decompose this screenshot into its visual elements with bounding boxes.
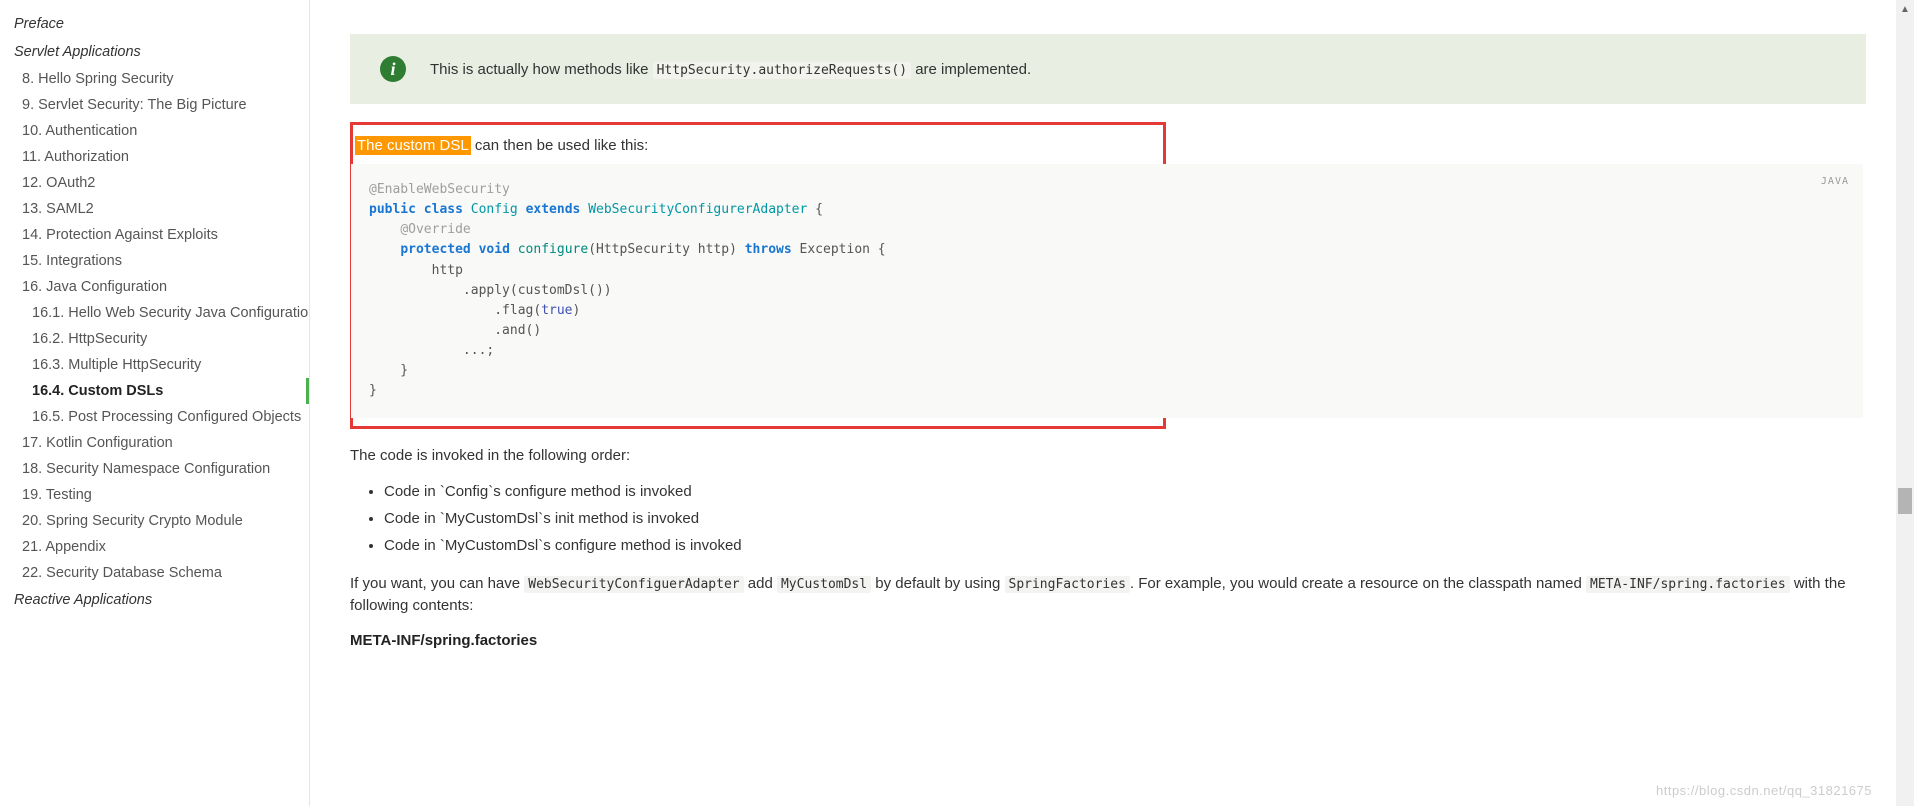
sidebar-list-servlet: 8. Hello Spring Security9. Servlet Secur… xyxy=(0,66,309,586)
scroll-thumb[interactable] xyxy=(1898,488,1912,514)
info-code: HttpSecurity.authorizeRequests() xyxy=(653,62,911,79)
code-block-java: JAVA @EnableWebSecurity public class Con… xyxy=(351,164,1863,418)
sidebar-item[interactable]: 22. Security Database Schema xyxy=(0,560,309,586)
list-item: Code in `MyCustomDsl`s init method is in… xyxy=(384,505,1866,532)
info-text: This is actually how methods like HttpSe… xyxy=(430,61,1031,78)
sidebar-section-servlet[interactable]: Servlet Applications xyxy=(0,38,309,66)
order-list: Code in `Config`s configure method is in… xyxy=(350,478,1866,559)
code-pre: @EnableWebSecurity public class Config e… xyxy=(369,180,1845,402)
sidebar-item[interactable]: 16.4. Custom DSLs xyxy=(0,378,309,404)
sidebar-item[interactable]: 11. Authorization xyxy=(0,144,309,170)
watermark: https://blog.csdn.net/qq_31821675 xyxy=(1656,783,1872,798)
sidebar-item[interactable]: 16.2. HttpSecurity xyxy=(0,326,309,352)
sidebar-item[interactable]: 16.1. Hello Web Security Java Configurat… xyxy=(0,300,309,326)
sidebar-item[interactable]: 16. Java Configuration xyxy=(0,274,309,300)
list-item: Code in `Config`s configure method is in… xyxy=(384,478,1866,505)
sidebar-item[interactable]: 17. Kotlin Configuration xyxy=(0,430,309,456)
sidebar-item[interactable]: 21. Appendix xyxy=(0,534,309,560)
list-item: Code in `MyCustomDsl`s configure method … xyxy=(384,532,1866,559)
followup-paragraph: If you want, you can have WebSecurityCon… xyxy=(350,573,1866,618)
sidebar-section-reactive[interactable]: Reactive Applications xyxy=(0,586,309,614)
sidebar-item[interactable]: 12. OAuth2 xyxy=(0,170,309,196)
sidebar-item[interactable]: 16.5. Post Processing Configured Objects xyxy=(0,404,309,430)
main-content: i This is actually how methods like Http… xyxy=(310,0,1896,806)
sidebar-nav: Preface Servlet Applications 8. Hello Sp… xyxy=(0,0,310,806)
code-lang-badge: JAVA xyxy=(1821,174,1849,190)
scroll-up-arrow[interactable]: ▲ xyxy=(1896,0,1914,18)
sidebar-item[interactable]: 13. SAML2 xyxy=(0,196,309,222)
highlighted-region: The custom DSL can then be used like thi… xyxy=(350,122,1166,429)
info-note: i This is actually how methods like Http… xyxy=(350,34,1866,104)
sidebar-item[interactable]: 10. Authentication xyxy=(0,118,309,144)
file-header: META-INF/spring.factories xyxy=(350,632,1866,649)
sidebar-item[interactable]: 15. Integrations xyxy=(0,248,309,274)
sidebar-section-preface[interactable]: Preface xyxy=(0,10,309,38)
sidebar-item[interactable]: 20. Spring Security Crypto Module xyxy=(0,508,309,534)
sidebar-item[interactable]: 14. Protection Against Exploits xyxy=(0,222,309,248)
info-icon: i xyxy=(380,56,406,82)
lead-sentence: The custom DSL can then be used like thi… xyxy=(353,125,1163,164)
scroll-track[interactable] xyxy=(1896,18,1914,806)
order-lead: The code is invoked in the following ord… xyxy=(350,447,1866,464)
sidebar-item[interactable]: 19. Testing xyxy=(0,482,309,508)
vertical-scrollbar[interactable]: ▲ xyxy=(1896,0,1914,806)
sidebar-item[interactable]: 16.3. Multiple HttpSecurity xyxy=(0,352,309,378)
lead-highlight: The custom DSL xyxy=(355,136,471,155)
sidebar-item[interactable]: 8. Hello Spring Security xyxy=(0,66,309,92)
sidebar-item[interactable]: 9. Servlet Security: The Big Picture xyxy=(0,92,309,118)
sidebar-item[interactable]: 18. Security Namespace Configuration xyxy=(0,456,309,482)
